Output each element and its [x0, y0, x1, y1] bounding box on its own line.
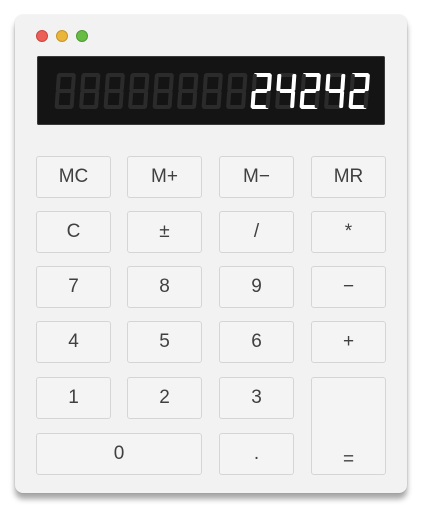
segment-c	[363, 91, 369, 108]
digit-4-button[interactable]: 4	[36, 321, 111, 363]
decimal-point-button[interactable]: .	[219, 433, 294, 475]
calculator-display	[37, 56, 385, 125]
subtract-button[interactable]: −	[311, 266, 386, 308]
memory-clear-button[interactable]: MC	[36, 156, 111, 198]
equals-button[interactable]: =	[311, 377, 386, 475]
clear-button[interactable]: C	[36, 211, 111, 253]
digit-9-button[interactable]: 9	[219, 266, 294, 308]
segment-f	[80, 74, 86, 91]
segment-f	[349, 74, 355, 91]
digit-8-button[interactable]: 8	[127, 266, 202, 308]
display-digit	[275, 73, 297, 109]
segment-c	[94, 91, 100, 108]
segment-f	[202, 74, 208, 91]
segment-c	[314, 91, 320, 108]
digit-5-button[interactable]: 5	[127, 321, 202, 363]
segment-f	[55, 74, 61, 91]
add-button[interactable]: +	[311, 321, 386, 363]
display-digit	[324, 73, 346, 109]
unlit-digit	[201, 73, 223, 109]
divide-button[interactable]: /	[219, 211, 294, 253]
display-digit	[348, 73, 370, 109]
unlit-digit	[128, 73, 150, 109]
segment-c	[290, 91, 296, 108]
unlit-digit	[226, 73, 248, 109]
segment-f	[276, 74, 282, 91]
calculator-window: MC M+ M− MR C ± / * 7 8 9 − 4 5 6 + 1 2 …	[15, 15, 407, 493]
unlit-digit	[177, 73, 199, 109]
seven-segment-readout	[54, 73, 370, 109]
digit-6-button[interactable]: 6	[219, 321, 294, 363]
digit-7-button[interactable]: 7	[36, 266, 111, 308]
segment-f	[227, 74, 233, 91]
unlit-digit	[103, 73, 125, 109]
segment-c	[265, 91, 271, 108]
memory-add-button[interactable]: M+	[127, 156, 202, 198]
digit-0-button[interactable]: 0	[36, 433, 202, 475]
segment-f	[104, 74, 110, 91]
segment-f	[178, 74, 184, 91]
segment-c	[118, 91, 124, 108]
segment-f	[251, 74, 257, 91]
multiply-button[interactable]: *	[311, 211, 386, 253]
digit-1-button[interactable]: 1	[36, 377, 111, 419]
display-digit	[250, 73, 272, 109]
display-digit	[299, 73, 321, 109]
maximize-window-icon[interactable]	[76, 30, 88, 42]
segment-f	[325, 74, 331, 91]
segment-c	[192, 91, 198, 108]
segment-c	[69, 91, 75, 108]
segment-c	[216, 91, 222, 108]
memory-recall-button[interactable]: MR	[311, 156, 386, 198]
segment-f	[300, 74, 306, 91]
segment-c	[339, 91, 345, 108]
segment-c	[167, 91, 173, 108]
sign-toggle-button[interactable]: ±	[127, 211, 202, 253]
segment-f	[129, 74, 135, 91]
segment-f	[153, 74, 159, 91]
unlit-digit	[152, 73, 174, 109]
close-window-icon[interactable]	[36, 30, 48, 42]
unlit-digit	[54, 73, 76, 109]
minimize-window-icon[interactable]	[56, 30, 68, 42]
digit-3-button[interactable]: 3	[219, 377, 294, 419]
digit-2-button[interactable]: 2	[127, 377, 202, 419]
memory-subtract-button[interactable]: M−	[219, 156, 294, 198]
segment-c	[241, 91, 247, 108]
unlit-digit	[79, 73, 101, 109]
segment-c	[143, 91, 149, 108]
